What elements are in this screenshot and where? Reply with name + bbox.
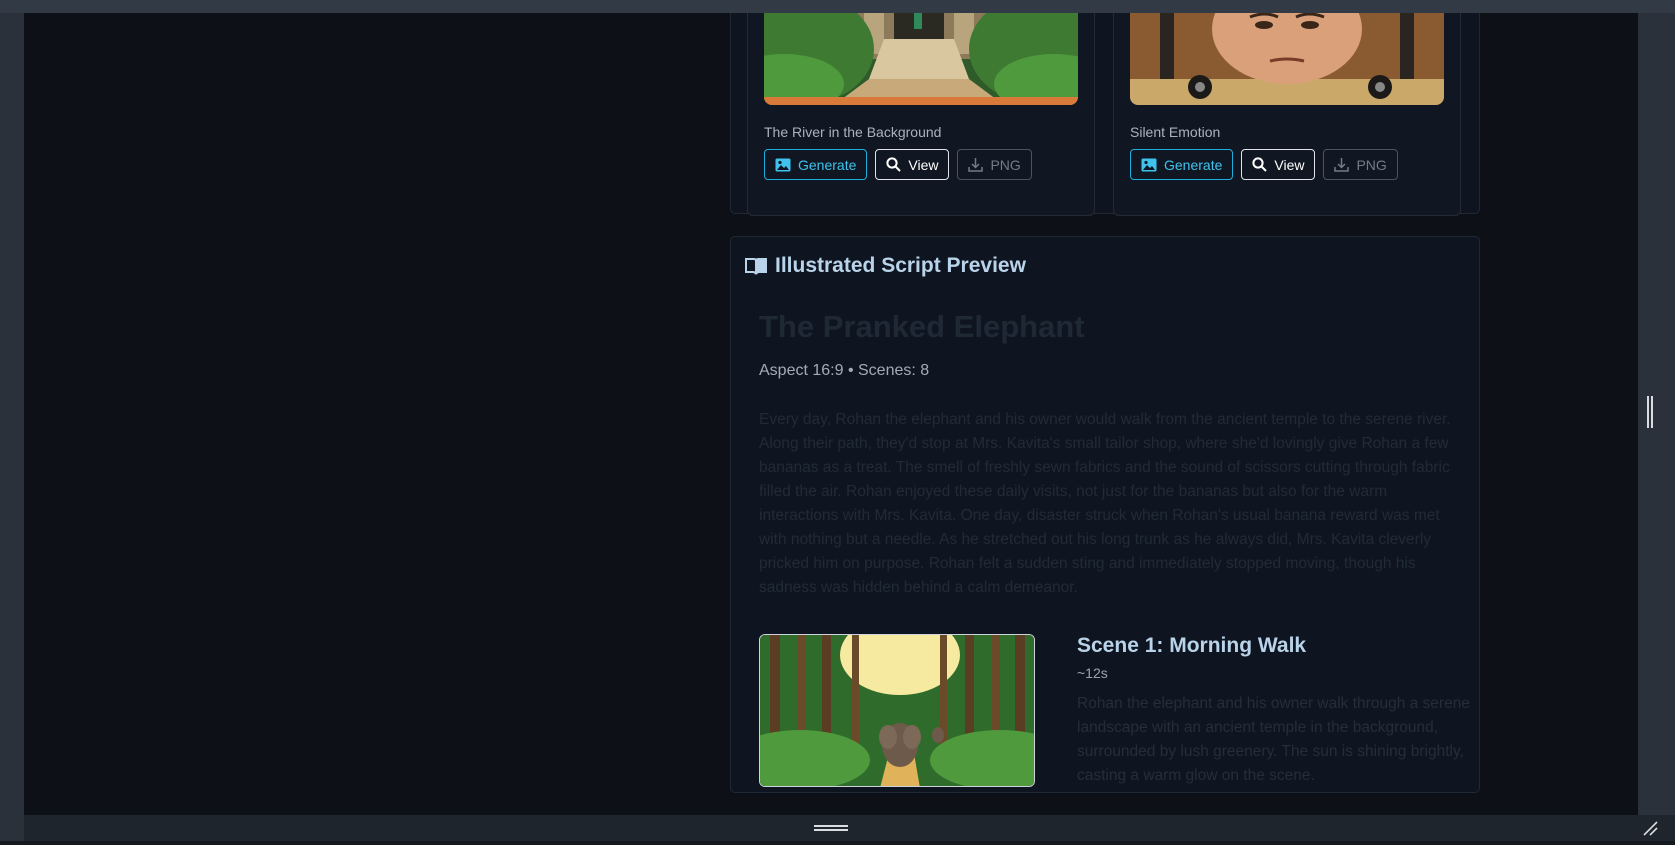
window-top-border [0, 0, 1675, 13]
story-summary: Every day, Rohan the elephant and his ow… [759, 411, 1451, 596]
horizontal-drag-grip[interactable] [814, 823, 848, 833]
vertical-resize-handle[interactable] [1647, 396, 1653, 428]
search-icon [1252, 157, 1268, 172]
view-button[interactable]: View [1241, 149, 1316, 180]
download-png-button[interactable]: PNG [957, 149, 1032, 180]
book-open-icon [745, 258, 767, 275]
download-icon [968, 158, 984, 172]
view-button[interactable]: View [875, 149, 950, 180]
story-title: The Pranked Elephant [759, 309, 1085, 344]
scene-title: Scene 1: Morning Walk [1077, 634, 1307, 657]
scene-thumbnail[interactable] [759, 634, 1035, 787]
temple-jungle-thumbnail[interactable] [764, 13, 1078, 105]
card-caption: Silent Emotion [1130, 124, 1221, 140]
download-png-button[interactable]: PNG [1323, 149, 1398, 180]
script-preview-panel: Illustrated Script Preview The Pranked E… [730, 236, 1480, 793]
window-bottom-border [0, 841, 1675, 845]
card-caption: The River in the Background [764, 124, 942, 140]
right-gutter [1638, 13, 1675, 815]
generate-button[interactable]: Generate [764, 149, 868, 180]
download-icon [1334, 158, 1350, 172]
scene-duration: ~12s [1077, 665, 1108, 681]
card-actions: Generate View PNG [764, 149, 1032, 180]
content-viewport: The River in the Background Generate Vie… [24, 13, 1638, 815]
scene-description: Rohan the elephant and his owner walk th… [1077, 695, 1470, 784]
silent-emotion-thumbnail[interactable] [1130, 13, 1444, 105]
search-icon [886, 157, 902, 172]
image-icon [1141, 158, 1157, 171]
image-card: The River in the Background Generate Vie… [747, 13, 1095, 216]
script-preview-header: Illustrated Script Preview [745, 254, 1026, 278]
image-card: Silent Emotion Generate View PNG [1113, 13, 1461, 216]
story-meta: Aspect 16:9 • Scenes: 8 [759, 362, 930, 379]
generate-button[interactable]: Generate [1130, 149, 1234, 180]
resize-corner-icon[interactable] [1641, 819, 1659, 837]
bottom-resize-bar [24, 815, 1675, 841]
card-actions: Generate View PNG [1130, 149, 1398, 180]
image-icon [775, 158, 791, 171]
script-preview-heading: Illustrated Script Preview [775, 254, 1026, 277]
image-cards-panel: The River in the Background Generate Vie… [730, 13, 1480, 216]
